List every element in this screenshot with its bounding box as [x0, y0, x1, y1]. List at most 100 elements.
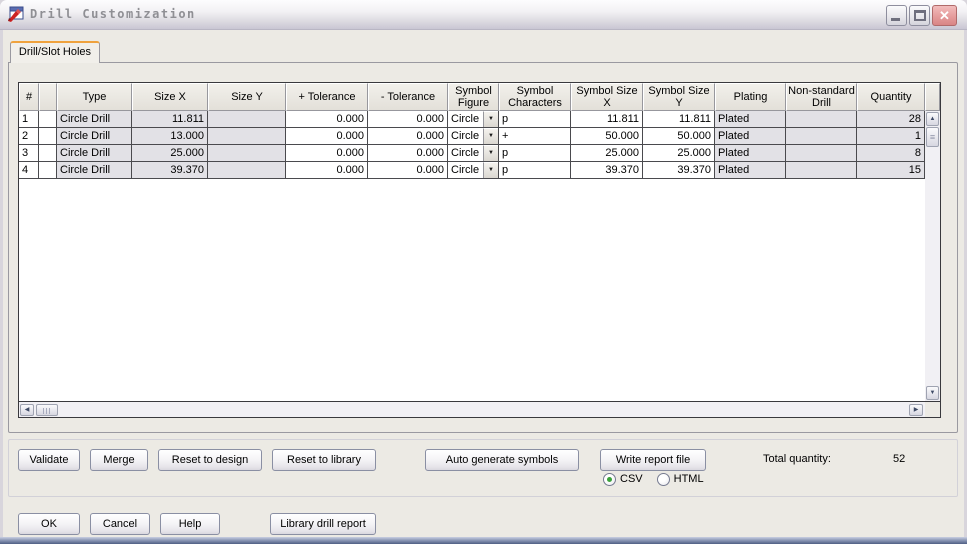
cell-selector[interactable] — [39, 145, 57, 162]
cell-plus-tolerance[interactable]: 0.000 — [286, 145, 368, 162]
cell-symbol-size-y[interactable]: 25.000 — [643, 145, 715, 162]
total-quantity-label: Total quantity: — [763, 453, 831, 465]
scroll-left-button[interactable]: ◀ — [20, 404, 34, 416]
scrollbar-corner — [925, 401, 940, 417]
cell-plating: Plated — [715, 128, 786, 145]
column-header-non-standard-drill[interactable]: Non-standard Drill — [786, 83, 857, 111]
cell-symbol-figure[interactable]: Circle ▼ — [448, 162, 499, 179]
cell-quantity: 15 — [857, 162, 925, 179]
cell-symbol-characters[interactable]: p — [499, 162, 571, 179]
cell-selector[interactable] — [39, 111, 57, 128]
cell-minus-tolerance[interactable]: 0.000 — [368, 111, 448, 128]
table-row: 3 Circle Drill 25.000 0.000 0.000 Circle… — [19, 145, 925, 162]
radio-html[interactable] — [657, 473, 670, 486]
cell-symbol-characters[interactable]: p — [499, 145, 571, 162]
ok-button[interactable]: OK — [18, 513, 80, 535]
cell-symbol-size-y[interactable]: 39.370 — [643, 162, 715, 179]
scroll-down-icon: ▼ — [930, 390, 936, 396]
symbol-figure-dropdown-button[interactable]: ▼ — [483, 145, 498, 161]
radio-html-label[interactable]: HTML — [674, 473, 704, 486]
radio-csv-label[interactable]: CSV — [620, 473, 643, 486]
column-header-symbol-characters[interactable]: Symbol Characters — [499, 83, 571, 111]
library-drill-report-button[interactable]: Library drill report — [270, 513, 376, 535]
tab-label: Drill/Slot Holes — [19, 46, 91, 58]
cell-symbol-size-x[interactable]: 39.370 — [571, 162, 643, 179]
tab-drill-slot-holes[interactable]: Drill/Slot Holes — [10, 41, 100, 63]
symbol-figure-value: Circle — [448, 145, 483, 161]
maximize-button[interactable] — [909, 5, 930, 26]
close-button[interactable]: ✕ — [932, 5, 957, 26]
cell-symbol-size-x[interactable]: 11.811 — [571, 111, 643, 128]
cell-type: Circle Drill — [57, 111, 132, 128]
cell-size-y — [208, 145, 286, 162]
title-bar[interactable]: Drill Customization ✕ — [0, 0, 967, 30]
vertical-scrollbar-thumb[interactable]: ≡ — [926, 127, 939, 147]
column-header-plating[interactable]: Plating — [715, 83, 786, 111]
cell-size-x: 13.000 — [132, 128, 208, 145]
table-header-row: # Type Size X Size Y + Tolerance - Toler… — [19, 83, 940, 111]
minimize-icon — [891, 18, 900, 21]
reset-to-design-button[interactable]: Reset to design — [158, 449, 262, 471]
minimize-button[interactable] — [886, 5, 907, 26]
cell-symbol-size-x[interactable]: 25.000 — [571, 145, 643, 162]
cell-selector[interactable] — [39, 128, 57, 145]
cell-size-y — [208, 128, 286, 145]
cell-index: 1 — [19, 111, 39, 128]
cell-minus-tolerance[interactable]: 0.000 — [368, 145, 448, 162]
cell-size-y — [208, 162, 286, 179]
auto-generate-symbols-button[interactable]: Auto generate symbols — [425, 449, 579, 471]
table-body: 1 Circle Drill 11.811 0.000 0.000 Circle… — [19, 111, 940, 401]
scroll-right-button[interactable]: ▶ — [909, 404, 923, 416]
column-header-symbol-size-y[interactable]: Symbol Size Y — [643, 83, 715, 111]
validate-button[interactable]: Validate — [18, 449, 80, 471]
horizontal-scrollbar-thumb[interactable] — [36, 404, 58, 416]
cell-plus-tolerance[interactable]: 0.000 — [286, 128, 368, 145]
column-header-minus-tolerance[interactable]: - Tolerance — [368, 83, 448, 111]
cell-symbol-characters[interactable]: p — [499, 111, 571, 128]
column-header-quantity[interactable]: Quantity — [857, 83, 925, 111]
radio-csv[interactable] — [603, 473, 616, 486]
vertical-scrollbar[interactable]: ▲ ≡ ▼ — [925, 111, 940, 401]
window-title: Drill Customization — [30, 7, 196, 21]
table-row: 1 Circle Drill 11.811 0.000 0.000 Circle… — [19, 111, 925, 128]
cell-plus-tolerance[interactable]: 0.000 — [286, 111, 368, 128]
column-header-size-x[interactable]: Size X — [132, 83, 208, 111]
cell-symbol-figure[interactable]: Circle ▼ — [448, 111, 499, 128]
maximize-icon — [914, 10, 926, 21]
cell-plus-tolerance[interactable]: 0.000 — [286, 162, 368, 179]
symbol-figure-dropdown-button[interactable]: ▼ — [483, 128, 498, 144]
merge-button[interactable]: Merge — [90, 449, 148, 471]
column-header-index[interactable]: # — [19, 83, 39, 111]
symbol-figure-value: Circle — [448, 162, 483, 178]
column-header-symbol-size-x[interactable]: Symbol Size X — [571, 83, 643, 111]
help-button[interactable]: Help — [160, 513, 220, 535]
symbol-figure-dropdown-button[interactable]: ▼ — [483, 111, 498, 127]
horizontal-scrollbar[interactable]: ◀ ▶ — [19, 401, 925, 417]
cell-symbol-size-y[interactable]: 50.000 — [643, 128, 715, 145]
close-icon: ✕ — [939, 8, 950, 23]
cell-symbol-figure[interactable]: Circle ▼ — [448, 128, 499, 145]
cell-plating: Plated — [715, 111, 786, 128]
column-header-symbol-figure[interactable]: Symbol Figure — [448, 83, 499, 111]
write-report-file-button[interactable]: Write report file — [600, 449, 706, 471]
cell-symbol-figure[interactable]: Circle ▼ — [448, 145, 499, 162]
cell-symbol-characters[interactable]: + — [499, 128, 571, 145]
cell-symbol-size-y[interactable]: 11.811 — [643, 111, 715, 128]
symbol-figure-dropdown-button[interactable]: ▼ — [483, 162, 498, 178]
cancel-button[interactable]: Cancel — [90, 513, 150, 535]
column-header-type[interactable]: Type — [57, 83, 132, 111]
column-header-plus-tolerance[interactable]: + Tolerance — [286, 83, 368, 111]
dialog-window: Drill Customization ✕ Drill/Slot Holes #… — [0, 0, 967, 544]
cell-minus-tolerance[interactable]: 0.000 — [368, 162, 448, 179]
column-header-selector[interactable] — [39, 83, 57, 111]
cell-symbol-size-x[interactable]: 50.000 — [571, 128, 643, 145]
column-header-size-y[interactable]: Size Y — [208, 83, 286, 111]
scroll-down-button[interactable]: ▼ — [926, 386, 939, 400]
table-row: 2 Circle Drill 13.000 0.000 0.000 Circle… — [19, 128, 925, 145]
reset-to-library-button[interactable]: Reset to library — [272, 449, 376, 471]
cell-selector[interactable] — [39, 162, 57, 179]
cell-minus-tolerance[interactable]: 0.000 — [368, 128, 448, 145]
scroll-up-button[interactable]: ▲ — [926, 112, 939, 126]
symbol-figure-value: Circle — [448, 128, 483, 144]
window-controls: ✕ — [886, 5, 957, 26]
